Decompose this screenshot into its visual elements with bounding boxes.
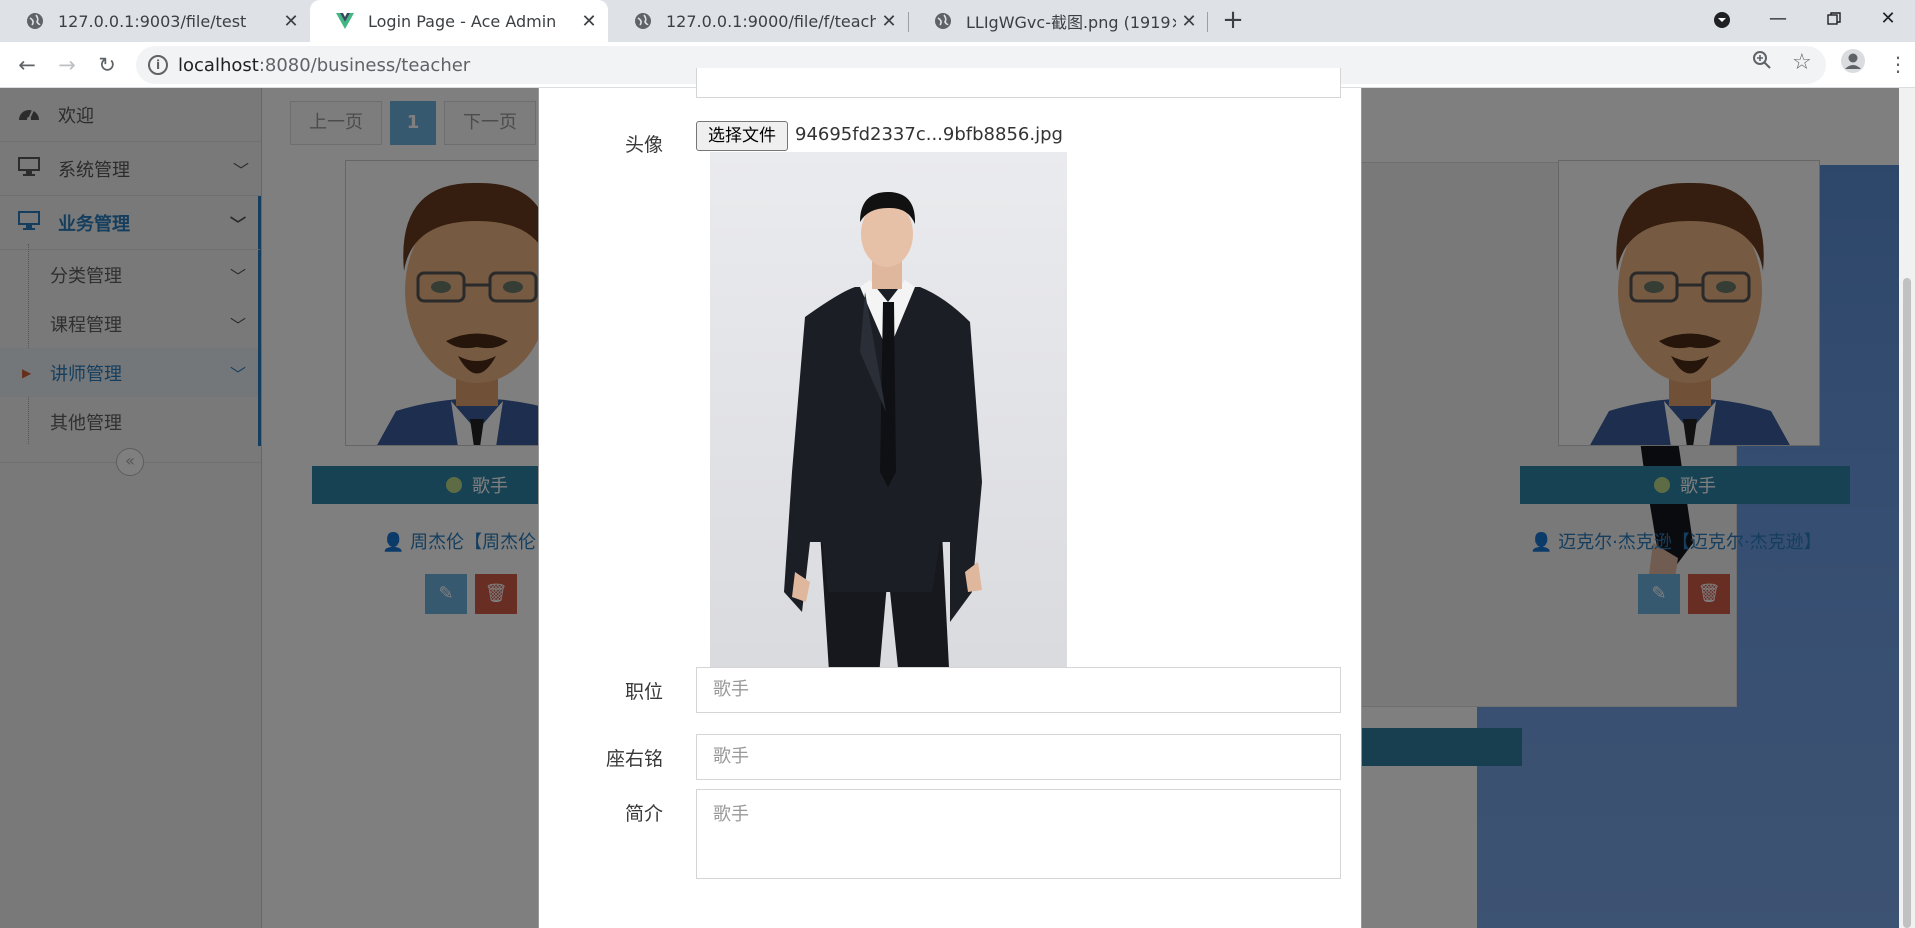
scrollbar-thumb[interactable] xyxy=(1903,278,1911,928)
chevron-down-circle-icon xyxy=(1714,12,1730,28)
info-icon[interactable]: i xyxy=(148,55,168,75)
new-tab-button[interactable]: + xyxy=(1218,6,1248,36)
edit-teacher-modal: 头像 选择文件 94695fd2337c...9bfb8856.jpg 职位 歌 xyxy=(538,68,1362,928)
close-icon[interactable]: ✕ xyxy=(876,11,902,32)
tab-login-page[interactable]: Login Page - Ace Admin ✕ xyxy=(310,0,608,42)
close-icon[interactable]: ✕ xyxy=(278,11,304,32)
globe-icon xyxy=(934,12,952,30)
intro-label: 简介 xyxy=(624,803,663,825)
menu-dots-icon[interactable]: ⋮ xyxy=(1888,52,1908,76)
tab-title: 127.0.0.1:9003/file/test xyxy=(58,11,247,31)
avatar-label: 头像 xyxy=(624,134,663,156)
file-name: 94695fd2337c...9bfb8856.jpg xyxy=(795,124,1063,145)
restore-icon xyxy=(1827,12,1841,25)
globe-icon xyxy=(26,12,44,30)
motto-label: 座右铭 xyxy=(605,748,663,770)
position-input[interactable]: 歌手 xyxy=(696,667,1341,713)
tab-file-teacher[interactable]: 127.0.0.1:9000/file/f/teacher/b ✕ xyxy=(608,0,908,42)
close-icon[interactable]: ✕ xyxy=(1176,11,1202,32)
tab-bar: 127.0.0.1:9003/file/test ✕ Login Page - … xyxy=(0,0,1915,42)
tab-screenshot-png[interactable]: LLIgWGvc-截图.png (1919×923 ✕ xyxy=(908,0,1208,42)
choose-file-button[interactable]: 选择文件 xyxy=(696,121,788,151)
previous-field-input[interactable] xyxy=(696,68,1341,98)
tab-file-test[interactable]: 127.0.0.1:9003/file/test ✕ xyxy=(0,0,310,42)
forward-arrow-icon[interactable]: → xyxy=(52,50,82,80)
tab-title: Login Page - Ace Admin xyxy=(368,11,557,31)
position-label: 职位 xyxy=(624,681,663,703)
window-close-button[interactable]: ✕ xyxy=(1860,0,1915,40)
restore-button[interactable] xyxy=(1806,0,1862,40)
minimize-button[interactable]: — xyxy=(1750,0,1806,40)
motto-input[interactable]: 歌手 xyxy=(696,734,1341,780)
bookmark-star-icon[interactable]: ☆ xyxy=(1792,50,1812,75)
tab-title: LLIgWGvc-截图.png (1919×923 xyxy=(966,13,1176,32)
tab-title: 127.0.0.1:9000/file/f/teacher/b xyxy=(666,11,876,31)
tab-separator xyxy=(1207,12,1208,32)
zoom-icon[interactable] xyxy=(1752,50,1772,75)
tab-search-button[interactable] xyxy=(1694,0,1750,40)
intro-textarea[interactable]: 歌手 xyxy=(696,789,1341,879)
reload-icon[interactable]: ↻ xyxy=(92,50,122,80)
back-arrow-icon[interactable]: ← xyxy=(12,50,42,80)
url-text[interactable]: localhost:8080/business/teacher xyxy=(178,55,470,76)
globe-icon xyxy=(634,12,652,30)
vue-logo-icon xyxy=(336,12,354,30)
close-icon[interactable]: ✕ xyxy=(576,11,602,32)
profile-icon[interactable] xyxy=(1840,48,1866,79)
avatar-preview-image xyxy=(710,152,1067,687)
